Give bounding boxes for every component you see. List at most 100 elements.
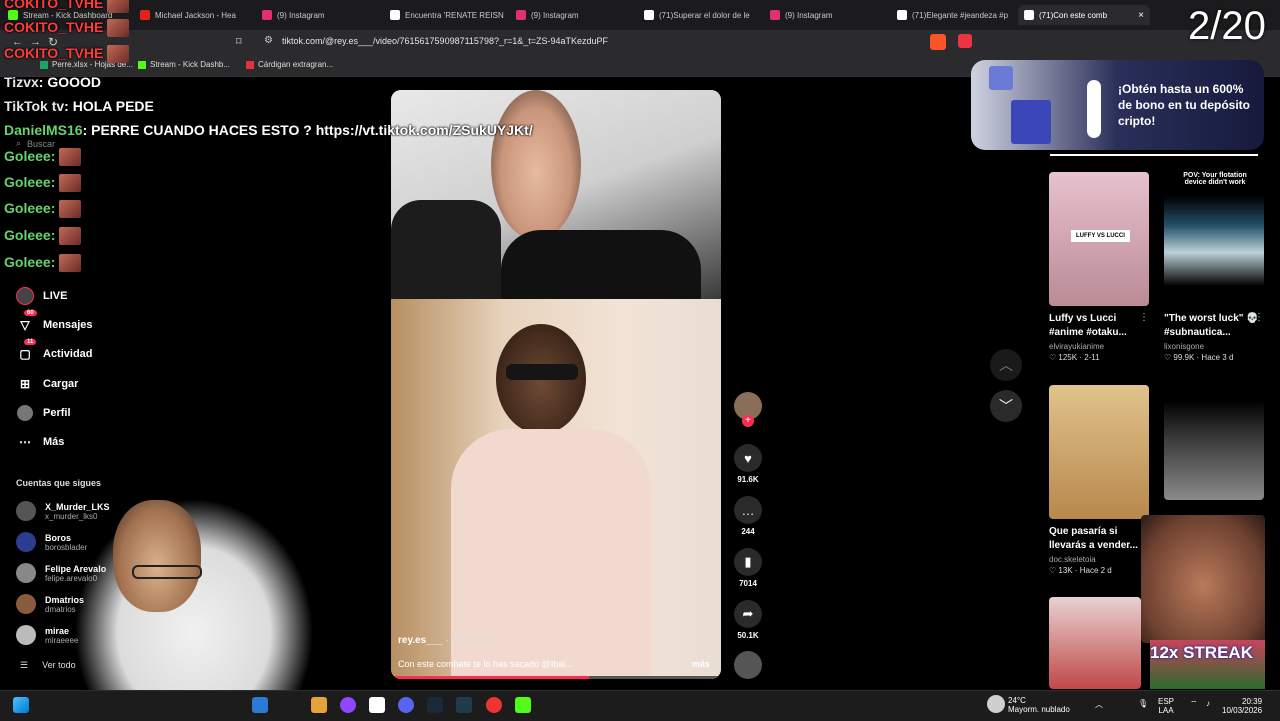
- language-indicator[interactable]: ESP LAA: [1158, 697, 1174, 715]
- nav-item-upload[interactable]: ⊞ Cargar: [16, 375, 79, 393]
- taskbar-app-icon[interactable]: [456, 697, 472, 713]
- follow-plus-icon[interactable]: +: [742, 415, 754, 427]
- next-video-button[interactable]: ﹀: [990, 390, 1022, 422]
- chat-message: Goleee:: [4, 200, 82, 219]
- rec-tab-indicator: [1050, 154, 1258, 156]
- windows-start-icon[interactable]: [13, 697, 29, 713]
- video-progress-bar[interactable]: [391, 676, 721, 679]
- video-player[interactable]: rey.es___ · Hace 12 h Con este combate t…: [391, 90, 721, 679]
- share-count: 50.1K: [737, 631, 759, 640]
- activity-icon: ▢ 11: [16, 339, 37, 363]
- weather-widget[interactable]: 24°C Mayorm. nublado: [1008, 696, 1070, 714]
- chat-username: COKITO_TVHE: [4, 19, 104, 35]
- tab-2[interactable]: (9) Instagram: [262, 5, 382, 25]
- more-options-icon[interactable]: ⋮: [1254, 312, 1264, 323]
- chat-username: COKITO_TVHE: [4, 0, 104, 11]
- following-item[interactable]: mirae miraeeee: [16, 625, 78, 645]
- chat-username: Goleee:: [4, 174, 56, 190]
- chat-emote-icon: [107, 45, 130, 64]
- bookmark-item-2[interactable]: Cárdigan extragran...: [246, 60, 333, 69]
- save-count: 7014: [739, 579, 757, 588]
- chat-username: COKITO_TVHE: [4, 45, 104, 61]
- bookmark-icon[interactable]: ⌑: [236, 35, 242, 48]
- recommended-video-0[interactable]: LUFFY VS LUCCI Luffy vs Lucci #anime #ot…: [1049, 172, 1149, 362]
- video-author[interactable]: rey.es___ · Hace 12 h: [398, 635, 497, 646]
- tab-favicon-icon: [644, 10, 654, 20]
- microphone-icon[interactable]: 🎙: [1138, 699, 1148, 708]
- nav-item-messages[interactable]: ▽ 60 Mensajes: [16, 310, 93, 334]
- kick-icon: [138, 60, 146, 69]
- clock[interactable]: 20:39 10/03/2026: [1222, 697, 1262, 715]
- taskbar-app-icon[interactable]: [486, 697, 502, 713]
- taskbar-app-icon[interactable]: [340, 697, 356, 713]
- nav-item-live[interactable]: LIVE: [16, 287, 67, 305]
- tab-6[interactable]: (9) Instagram: [770, 5, 890, 25]
- tab-8[interactable]: (71)Con este comb ×: [1018, 5, 1150, 25]
- taskbar-app-icon[interactable]: [252, 697, 268, 713]
- more-caption-button[interactable]: más: [692, 659, 710, 669]
- chat-username: Goleee:: [4, 200, 56, 216]
- chat-emote-icon: [59, 174, 82, 193]
- steam-icon[interactable]: [427, 697, 443, 713]
- video-progress-fill: [391, 676, 589, 679]
- tab-5[interactable]: (71)Superar el dolor de le: [644, 5, 764, 25]
- author-avatar-button[interactable]: +: [733, 392, 763, 427]
- kick-icon[interactable]: [515, 697, 531, 713]
- chat-username: Goleee:: [4, 254, 56, 270]
- chat-message: TikTok tv: HOLA PEDE: [4, 98, 154, 114]
- nav-item-profile[interactable]: Perfil: [16, 404, 71, 422]
- tab-4[interactable]: (9) Instagram: [516, 5, 636, 25]
- chat-username: TikTok tv: [4, 98, 65, 114]
- wifi-icon[interactable]: ⌔: [1190, 699, 1198, 709]
- avatar: [16, 501, 36, 521]
- chat-emote-icon: [59, 227, 82, 246]
- tab-favicon-icon: [897, 10, 907, 20]
- rewards-icon[interactable]: [958, 34, 972, 48]
- see-all-link[interactable]: ☰ Ver todo: [20, 660, 76, 671]
- bookmark-item-1[interactable]: Stream - Kick Dashb...: [138, 60, 230, 69]
- url-text[interactable]: tiktok.com/@rey.es___/video/761561759098…: [282, 36, 608, 46]
- video-bottom-frame: [391, 299, 721, 679]
- ad-side-toolbar[interactable]: [1087, 80, 1101, 138]
- chat-text: : PERRE CUANDO HACES ESTO ? https://vt.t…: [82, 122, 533, 138]
- video-caption: Con este combate te lo has sacado @Ibai.…: [398, 659, 573, 669]
- tab-1[interactable]: Michael Jackson - Hea: [140, 5, 255, 25]
- tab-favicon-icon: [1024, 10, 1034, 20]
- comment-icon: …: [734, 496, 762, 524]
- nav-item-activity[interactable]: ▢ 11 Actividad: [16, 339, 93, 363]
- site-info-icon[interactable]: ⚙: [264, 35, 273, 46]
- shop-icon: [246, 60, 254, 69]
- brave-shield-icon[interactable]: [930, 34, 946, 50]
- gift-icon: [1011, 100, 1051, 144]
- more-options-icon[interactable]: ⋮: [1139, 312, 1149, 323]
- chat-message: Tizvx: GOOOD: [4, 74, 101, 90]
- tab-7[interactable]: (71)Elegante #jeandeza #p: [897, 5, 1013, 25]
- recommended-video-1[interactable]: POV: Your flotation device didn't work "…: [1164, 172, 1264, 362]
- sound-avatar[interactable]: [733, 651, 763, 679]
- share-button[interactable]: ➦ 50.1K: [733, 600, 763, 640]
- volume-icon[interactable]: ♪: [1206, 699, 1210, 708]
- like-button[interactable]: ♥ 91.6K: [733, 444, 763, 484]
- recommended-video-4-thumbnail[interactable]: [1049, 597, 1141, 689]
- live-icon: [16, 287, 34, 305]
- heart-icon: ♥: [734, 444, 762, 472]
- following-title: Cuentas que sigues: [16, 478, 102, 488]
- comment-button[interactable]: … 244: [733, 496, 763, 536]
- taskbar-app-icon[interactable]: [311, 697, 327, 713]
- gift-icon: [989, 66, 1013, 90]
- file-icon[interactable]: [369, 697, 385, 713]
- tray-chevron-icon[interactable]: ︿: [1095, 699, 1103, 710]
- bookmark-icon: ▮: [734, 548, 762, 576]
- rec-thumbnail: [1164, 400, 1264, 500]
- chat-emote-icon: [59, 254, 82, 273]
- previous-video-button[interactable]: ︿: [990, 349, 1022, 381]
- save-button[interactable]: ▮ 7014: [733, 548, 763, 588]
- close-tab-icon[interactable]: ×: [1138, 10, 1144, 21]
- recommended-video-2[interactable]: Que pasaría si llevarás a vender... doc.…: [1049, 385, 1149, 575]
- chat-username: Goleee:: [4, 148, 56, 164]
- tab-3[interactable]: Encuentra 'RENATE REISN: [390, 5, 510, 25]
- tab-favicon-icon: [516, 10, 526, 20]
- recommended-video-3[interactable]: [1164, 400, 1264, 500]
- nav-item-more[interactable]: ⋯ Más: [16, 433, 64, 451]
- discord-icon[interactable]: [398, 697, 414, 713]
